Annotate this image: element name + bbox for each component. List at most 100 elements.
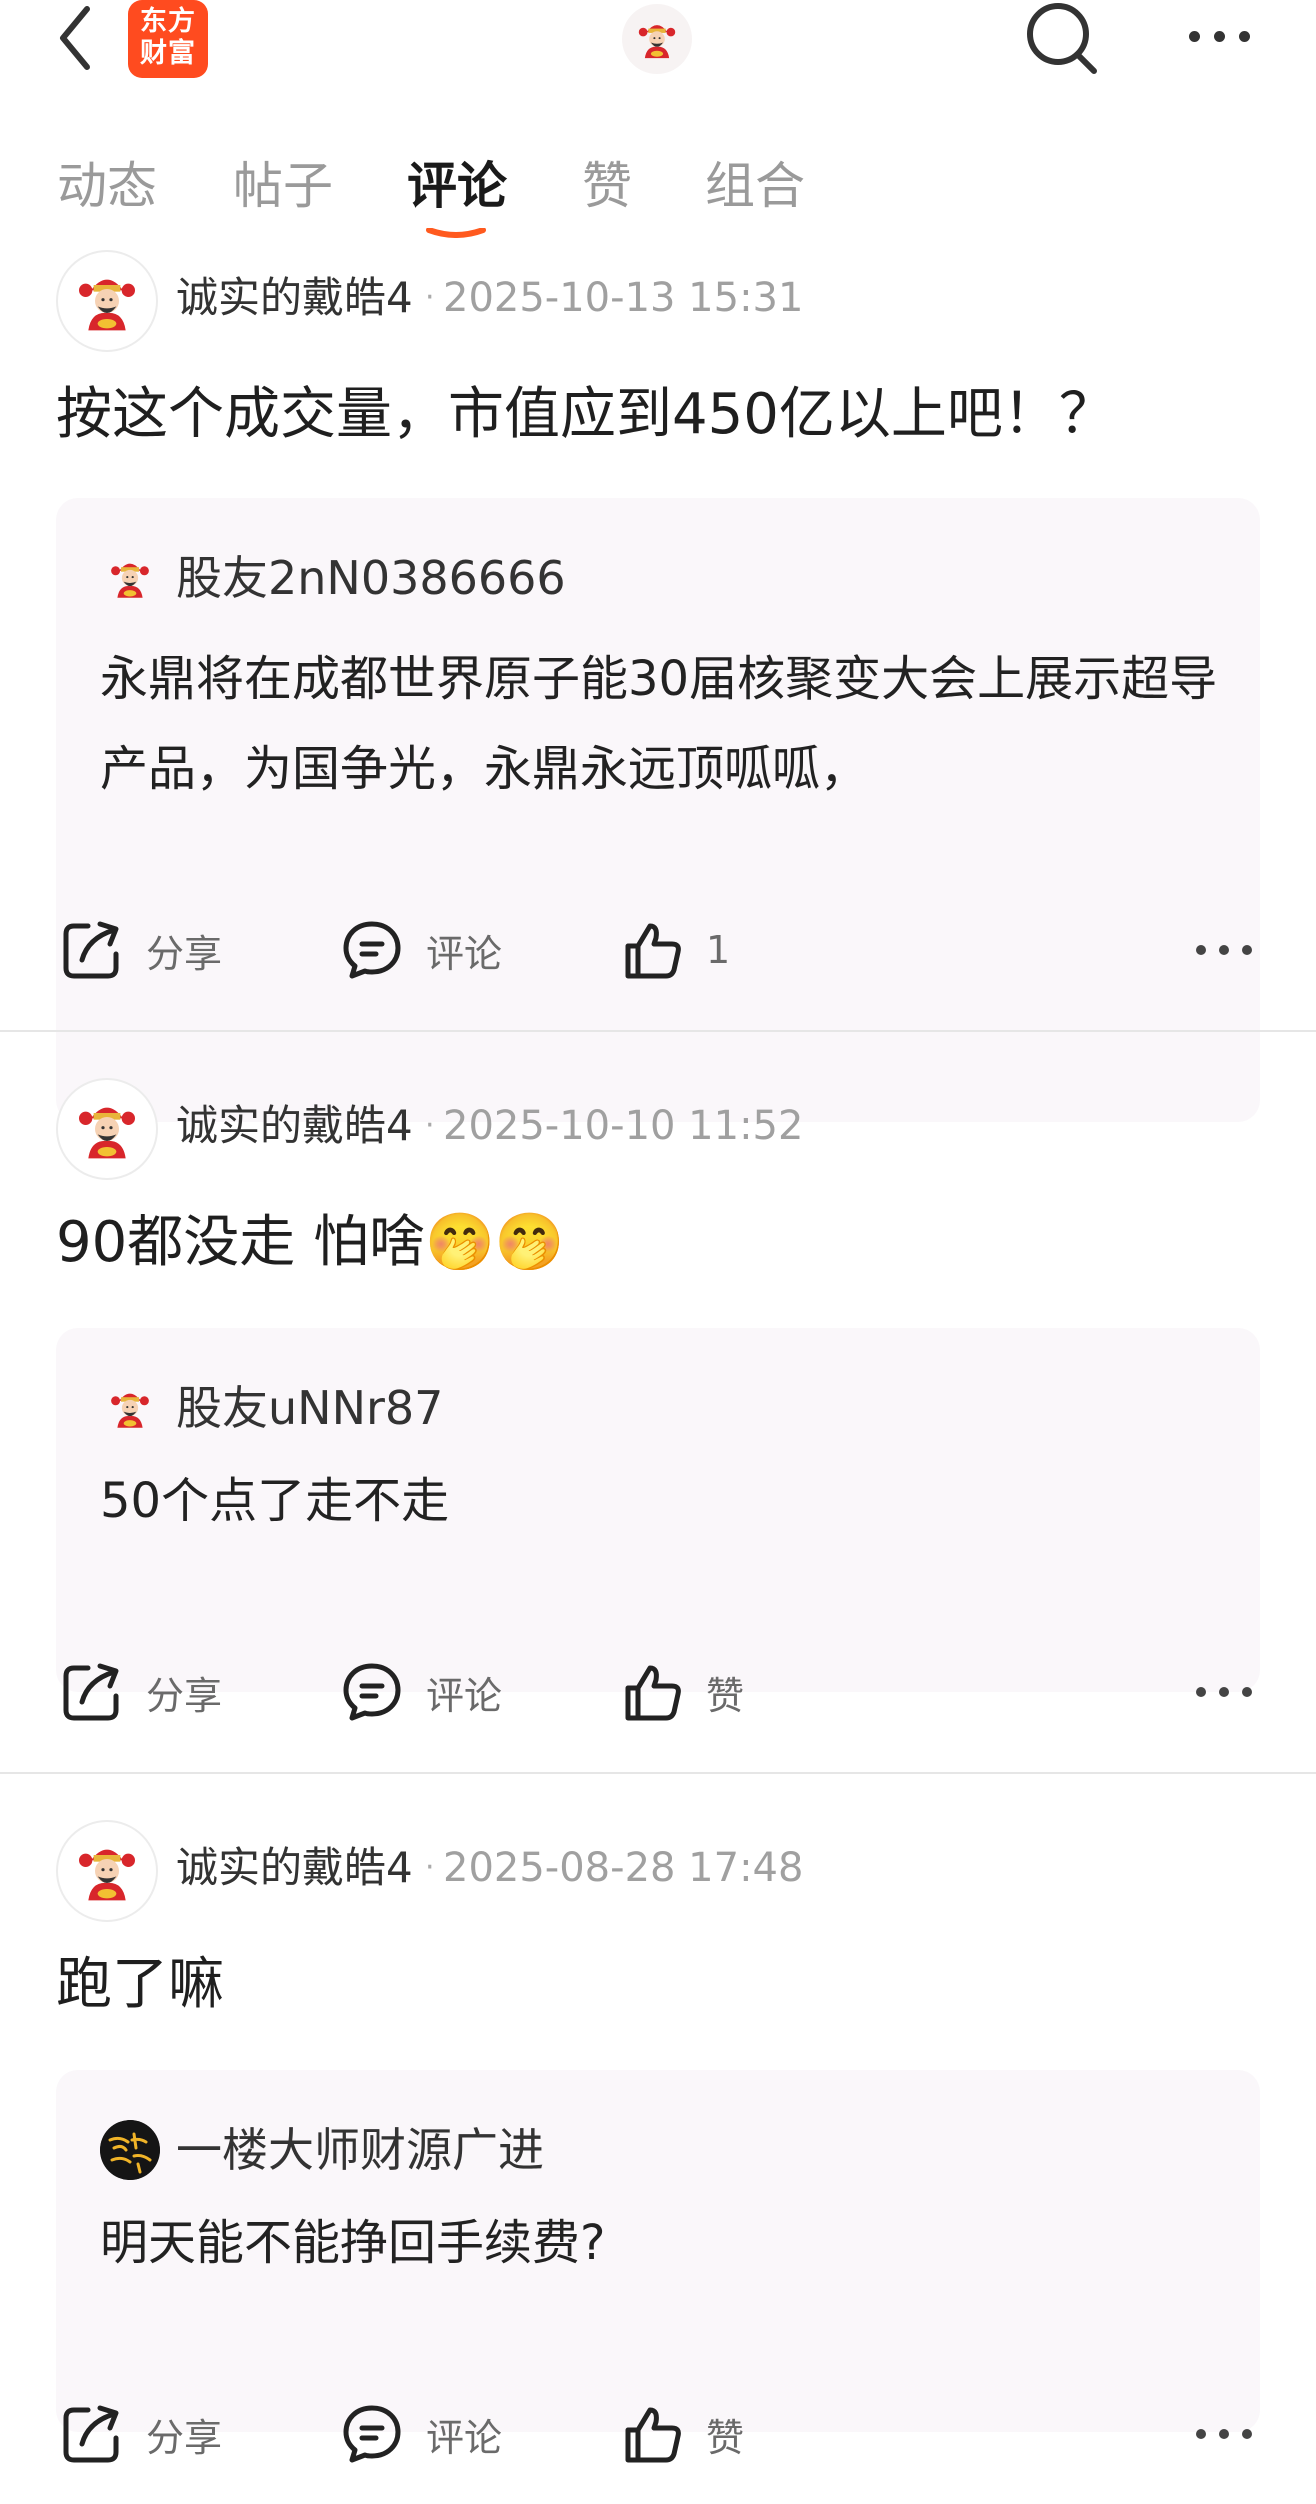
- search-button[interactable]: [1020, 0, 1104, 80]
- card-divider: [0, 1030, 1316, 1032]
- comment-header: 诚实的戴皓4 · 2025-10-13 15:31: [56, 250, 1256, 354]
- like-label: 赞: [706, 1673, 745, 1718]
- comment-text[interactable]: 90都没走 怕啥🤭🤭: [56, 1208, 1256, 1278]
- quoted-post[interactable]: 一楼大师财源广进 明天能不能挣回手续费?: [56, 2070, 1260, 2432]
- author-name[interactable]: 诚实的戴皓4: [176, 272, 413, 324]
- more-dot-icon: [1242, 1687, 1252, 1697]
- quoted-post-text: 永鼎将在成都世界原子能30届核聚变大会上展示超导产品，为国争光，永鼎永远顶呱呱，: [100, 651, 1218, 797]
- more-dot-icon: [1213, 30, 1225, 42]
- card-divider: [0, 1772, 1316, 1774]
- more-dot-icon: [1219, 1687, 1229, 1697]
- quoted-user-name: 股友uNNr87: [176, 1381, 444, 1435]
- author-name[interactable]: 诚实的戴皓4: [176, 1842, 413, 1894]
- comment-actions: 分享 评论 赞: [0, 2394, 1316, 2474]
- more-dot-icon: [1242, 945, 1252, 955]
- comment-button[interactable]: 评论: [340, 910, 502, 990]
- more-dot-icon: [1238, 30, 1250, 42]
- comment-icon: [343, 1663, 401, 1721]
- comment-header: 诚实的戴皓4 · 2025-10-10 11:52: [56, 1078, 1256, 1182]
- share-icon: [63, 2405, 119, 2463]
- profile-tabs: 动态 帖子 评论 赞 组合: [0, 140, 1316, 250]
- more-dot-icon: [1219, 945, 1229, 955]
- fortune-god-avatar-icon: [79, 279, 135, 331]
- comment-text[interactable]: 跑了嘛: [56, 1950, 1256, 2020]
- search-icon: [1027, 3, 1097, 74]
- like-button[interactable]: 赞: [620, 2394, 744, 2474]
- quoted-post-text: 50个点了走不走: [100, 1473, 450, 1529]
- quoted-user-avatar: [100, 2120, 160, 2180]
- comment-label: 评论: [426, 2415, 503, 2460]
- tab-posts[interactable]: 帖子: [233, 156, 333, 216]
- comment-label: 评论: [426, 1673, 503, 1718]
- share-button[interactable]: 分享: [60, 2394, 222, 2474]
- like-button[interactable]: 1: [620, 910, 730, 990]
- author-avatar[interactable]: [56, 1820, 158, 1922]
- share-icon: [63, 921, 119, 979]
- calligraphy-avatar-icon: [100, 2120, 160, 2180]
- comment-timestamp: 2025-10-13 15:31: [443, 275, 804, 321]
- quoted-post-text: 明天能不能挣回手续费?: [100, 2215, 606, 2271]
- share-icon: [63, 1663, 119, 1721]
- quoted-post[interactable]: 股友uNNr87 50个点了走不走: [56, 1328, 1260, 1692]
- comment-more-button[interactable]: [1196, 1680, 1252, 1704]
- tab-dynamics[interactable]: 动态: [57, 156, 157, 216]
- top-bar: 东方 财富: [0, 0, 1316, 80]
- comment-button[interactable]: 评论: [340, 2394, 502, 2474]
- like-label: 赞: [706, 2415, 745, 2460]
- share-button[interactable]: 分享: [60, 1652, 222, 1732]
- thumbs-up-icon: [625, 1665, 681, 1721]
- quoted-user-avatar: [100, 1378, 160, 1438]
- tab-portfolio[interactable]: 组合: [705, 156, 805, 216]
- more-dot-icon: [1196, 2429, 1206, 2439]
- comment-icon: [343, 2405, 401, 2463]
- more-dot-icon: [1196, 1687, 1206, 1697]
- chevron-left-icon: [60, 5, 90, 70]
- thumbs-up-icon: [625, 2407, 681, 2463]
- quoted-user-name: 股友2nN0386666: [176, 551, 566, 605]
- comment-label: 评论: [426, 931, 503, 976]
- quoted-post[interactable]: 股友2nN0386666 永鼎将在成都世界原子能30届核聚变大会上展示超导产品，…: [56, 498, 1260, 1122]
- author-avatar[interactable]: [56, 250, 158, 352]
- share-label: 分享: [146, 1673, 223, 1718]
- author-avatar[interactable]: [56, 1078, 158, 1180]
- like-button[interactable]: 赞: [620, 1652, 744, 1732]
- comment-timestamp: 2025-10-10 11:52: [443, 1103, 804, 1149]
- profile-avatar[interactable]: [622, 4, 692, 74]
- separator-dot: ·: [425, 1108, 435, 1143]
- comment-actions: 分享 评论 1: [0, 910, 1316, 990]
- share-label: 分享: [146, 931, 223, 976]
- comment-timestamp: 2025-08-28 17:48: [443, 1845, 804, 1891]
- fortune-god-avatar-icon: [638, 25, 676, 59]
- like-count: 1: [706, 928, 731, 972]
- logo-text-bottom: 财富: [140, 38, 196, 69]
- more-dot-icon: [1188, 30, 1200, 42]
- back-button[interactable]: [40, 0, 110, 75]
- fortune-god-avatar-icon: [111, 563, 149, 598]
- author-name[interactable]: 诚实的戴皓4: [176, 1100, 413, 1152]
- more-dot-icon: [1242, 2429, 1252, 2439]
- separator-dot: ·: [425, 280, 435, 315]
- separator-dot: ·: [425, 1850, 435, 1885]
- comment-more-button[interactable]: [1196, 938, 1252, 962]
- more-dot-icon: [1196, 945, 1206, 955]
- fortune-god-avatar-icon: [79, 1849, 135, 1901]
- share-label: 分享: [146, 2415, 223, 2460]
- more-menu-button[interactable]: [1172, 12, 1266, 60]
- comment-more-button[interactable]: [1196, 2422, 1252, 2446]
- quoted-user-avatar: [100, 548, 160, 608]
- share-button[interactable]: 分享: [60, 910, 222, 990]
- tab-likes[interactable]: 赞: [582, 156, 632, 216]
- quoted-user-name: 一楼大师财源广进: [176, 2123, 544, 2177]
- comment-button[interactable]: 评论: [340, 1652, 502, 1732]
- fortune-god-avatar-icon: [79, 1107, 135, 1159]
- logo-text-top: 东方: [140, 6, 196, 37]
- more-dot-icon: [1219, 2429, 1229, 2439]
- comment-header: 诚实的戴皓4 · 2025-08-28 17:48: [56, 1820, 1256, 1924]
- thumbs-up-icon: [625, 923, 681, 979]
- fortune-god-avatar-icon: [111, 1393, 149, 1428]
- app-logo: 东方 财富: [128, 0, 208, 78]
- tab-comments[interactable]: 评论: [407, 156, 507, 216]
- comment-text[interactable]: 按这个成交量，市值应到450亿以上吧！？: [56, 380, 1256, 450]
- active-tab-indicator: [426, 228, 486, 238]
- comment-actions: 分享 评论 赞: [0, 1652, 1316, 1732]
